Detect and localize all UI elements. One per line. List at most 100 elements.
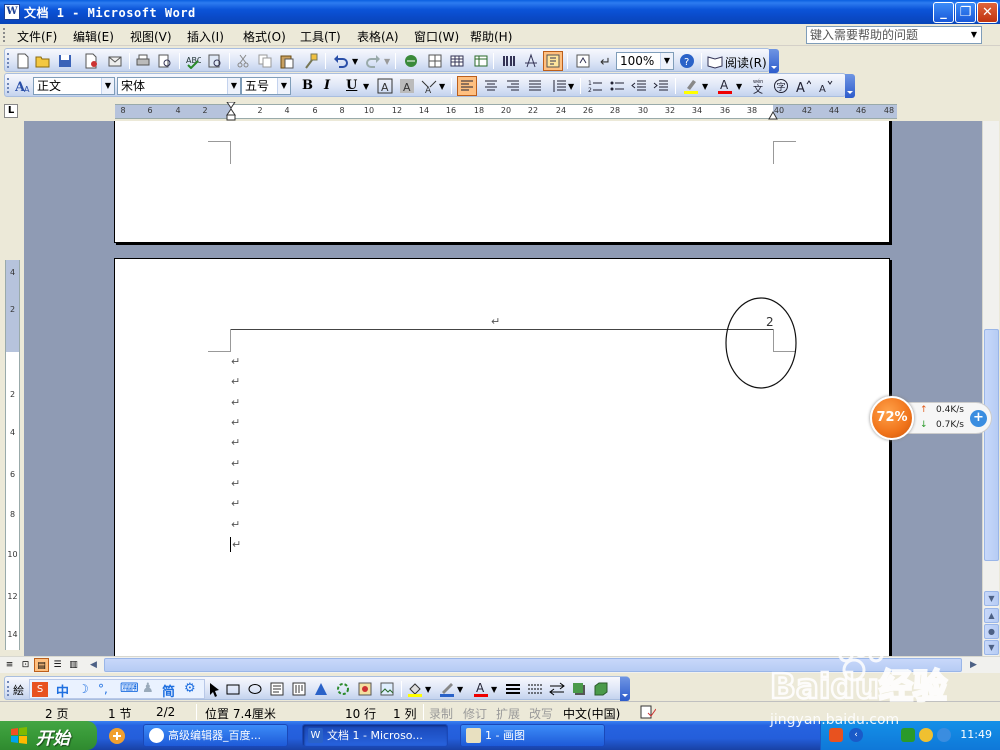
vertical-textbox-icon[interactable] — [291, 681, 307, 697]
next-page-button[interactable]: ▼ — [984, 640, 999, 655]
drawing-menu-icon[interactable]: 絵 — [13, 682, 24, 698]
spelling-check-icon[interactable]: ABC — [185, 53, 201, 69]
bold-button[interactable]: B — [302, 78, 313, 93]
justify-icon[interactable] — [527, 78, 543, 94]
close-button[interactable]: ✕ — [977, 2, 998, 23]
line-color-icon[interactable] — [439, 681, 455, 697]
scroll-left-button[interactable]: ◀ — [86, 658, 101, 672]
font-select[interactable]: 宋体 ▼ — [117, 77, 241, 95]
font-dropdown-arrow[interactable]: ▼ — [227, 78, 240, 94]
hyperlink-icon[interactable] — [403, 53, 419, 69]
insert-excel-icon[interactable] — [473, 53, 489, 69]
status-record-macro[interactable]: 录制 — [429, 705, 453, 722]
select-browse-object-button[interactable]: ● — [984, 624, 999, 639]
insert-table-icon[interactable] — [449, 53, 465, 69]
page-1[interactable]: ↵ — [114, 121, 890, 243]
paragraph-marks-icon[interactable]: ↵ — [597, 53, 613, 69]
enclose-char-icon[interactable]: 字 — [773, 78, 789, 94]
email-icon[interactable] — [107, 53, 123, 69]
word-app-icon[interactable]: W — [4, 4, 20, 20]
wordart-icon[interactable] — [313, 681, 329, 697]
ime-moon-icon[interactable]: ☽ — [78, 682, 89, 696]
help-search-input[interactable]: 键入需要帮助的问题 — [806, 26, 982, 44]
minimize-button[interactable]: _ — [933, 2, 954, 23]
status-language[interactable]: 中文(中国) — [563, 705, 620, 722]
speed-widget-plus-icon[interactable]: + — [970, 410, 987, 427]
oval-icon[interactable] — [247, 681, 263, 697]
ime-user-icon[interactable]: ♟ — [142, 681, 154, 696]
draw-font-color-icon[interactable]: A — [473, 681, 489, 697]
style-dropdown-arrow[interactable]: ▼ — [101, 78, 114, 94]
redo-icon[interactable] — [365, 53, 381, 69]
shrink-font-icon[interactable]: A — [817, 78, 833, 94]
zoom-dropdown-arrow[interactable]: ▼ — [660, 53, 673, 69]
clipart-icon[interactable] — [357, 681, 373, 697]
toolbar-options-arrow[interactable] — [620, 677, 630, 701]
right-indent-marker-icon[interactable] — [768, 108, 778, 120]
font-color-icon[interactable]: A — [717, 78, 733, 94]
arrow-style-icon[interactable] — [549, 681, 565, 697]
print-preview-icon[interactable] — [157, 53, 173, 69]
save-icon[interactable] — [57, 53, 73, 69]
textbox-icon[interactable] — [269, 681, 285, 697]
char-border-icon[interactable]: A — [377, 78, 393, 94]
quicklaunch-icon[interactable] — [108, 727, 126, 745]
previous-page-button[interactable]: ▲ — [984, 608, 999, 623]
size-dropdown-arrow[interactable]: ▼ — [277, 78, 290, 94]
document-area[interactable]: ↵ ↵ 2 ↵ ↵ ↵ ↵ ↵ ↵ ↵ ↵ ↵ ↵ — [24, 121, 982, 656]
copy-icon[interactable] — [257, 53, 273, 69]
dash-style-icon[interactable] — [527, 681, 543, 697]
phonetic-guide-icon[interactable]: wén文 — [751, 78, 767, 94]
horizontal-ruler[interactable]: 8 6 4 2 2 4 6 8 10 12 14 16 18 20 22 24 … — [115, 102, 897, 121]
ime-punctuation-icon[interactable]: °, — [98, 682, 108, 696]
status-track-changes[interactable]: 修订 — [463, 705, 487, 722]
menu-edit[interactable]: 编辑(E) — [73, 28, 114, 45]
align-right-icon[interactable] — [505, 78, 521, 94]
horizontal-scroll-thumb[interactable] — [104, 658, 962, 672]
paste-icon[interactable] — [279, 53, 295, 69]
rectangle-icon[interactable] — [225, 681, 241, 697]
line-style-icon[interactable] — [505, 681, 521, 697]
spelling-status-icon[interactable] — [640, 705, 656, 719]
highlight-dropdown-arrow[interactable]: ▼ — [702, 82, 708, 91]
status-overtype[interactable]: 改写 — [529, 705, 553, 722]
memory-usage-ball[interactable]: 72% — [870, 396, 914, 440]
align-left-icon[interactable] — [459, 78, 475, 94]
ime-chinese-mode-icon[interactable]: 中 — [56, 681, 69, 700]
title-bar[interactable]: W 文档 1 - Microsoft Word _ ❐ ✕ — [0, 0, 1000, 24]
draw-font-color-dropdown-arrow[interactable]: ▼ — [491, 685, 497, 694]
network-speed-widget[interactable]: 72% ↑ 0.4K/s ↓ 0.7K/s + — [870, 396, 994, 440]
ime-bar[interactable]: S 中 ☽ °, ⌨ ♟ 简 ⚙ — [29, 679, 205, 700]
document-map-icon[interactable] — [545, 53, 561, 69]
menu-format[interactable]: 格式(O) — [243, 28, 286, 45]
decrease-indent-icon[interactable] — [631, 78, 647, 94]
undo-icon[interactable] — [333, 53, 349, 69]
drawing-icon[interactable] — [523, 53, 539, 69]
char-scaling-icon[interactable]: A — [421, 78, 437, 94]
shadow-style-icon[interactable] — [571, 681, 587, 697]
help-icon[interactable]: ? — [679, 53, 695, 69]
status-extend-selection[interactable]: 扩展 — [496, 705, 520, 722]
diagram-icon[interactable] — [335, 681, 351, 697]
underline-dropdown-arrow[interactable]: ▼ — [363, 82, 369, 91]
zoom-select[interactable]: 100% ▼ — [616, 52, 674, 70]
bullets-icon[interactable] — [609, 78, 625, 94]
help-dropdown-arrow[interactable]: ▼ — [968, 27, 980, 43]
web-view-icon[interactable]: ⊡ — [18, 658, 33, 672]
toolbar-grip[interactable] — [7, 78, 10, 93]
scroll-down-button[interactable]: ▼ — [984, 591, 999, 606]
scaling-dropdown-arrow[interactable]: ▼ — [439, 82, 445, 91]
print-icon[interactable] — [135, 53, 151, 69]
qq-tray-icon[interactable] — [919, 728, 933, 742]
read-mode-button[interactable]: 阅读(R) — [725, 54, 767, 71]
insert-picture-icon[interactable] — [379, 681, 395, 697]
toolbar-grip[interactable] — [7, 681, 10, 696]
toolbar-grip[interactable] — [7, 53, 10, 68]
cut-icon[interactable] — [235, 53, 251, 69]
increase-indent-icon[interactable] — [653, 78, 669, 94]
line-color-dropdown-arrow[interactable]: ▼ — [457, 685, 463, 694]
ime-keyboard-icon[interactable]: ⌨ — [120, 681, 139, 696]
menu-window[interactable]: 窗口(W) — [414, 28, 459, 45]
scroll-right-button[interactable]: ▶ — [966, 658, 981, 672]
task-browser[interactable]: 高级编辑器_百度... — [143, 724, 288, 747]
